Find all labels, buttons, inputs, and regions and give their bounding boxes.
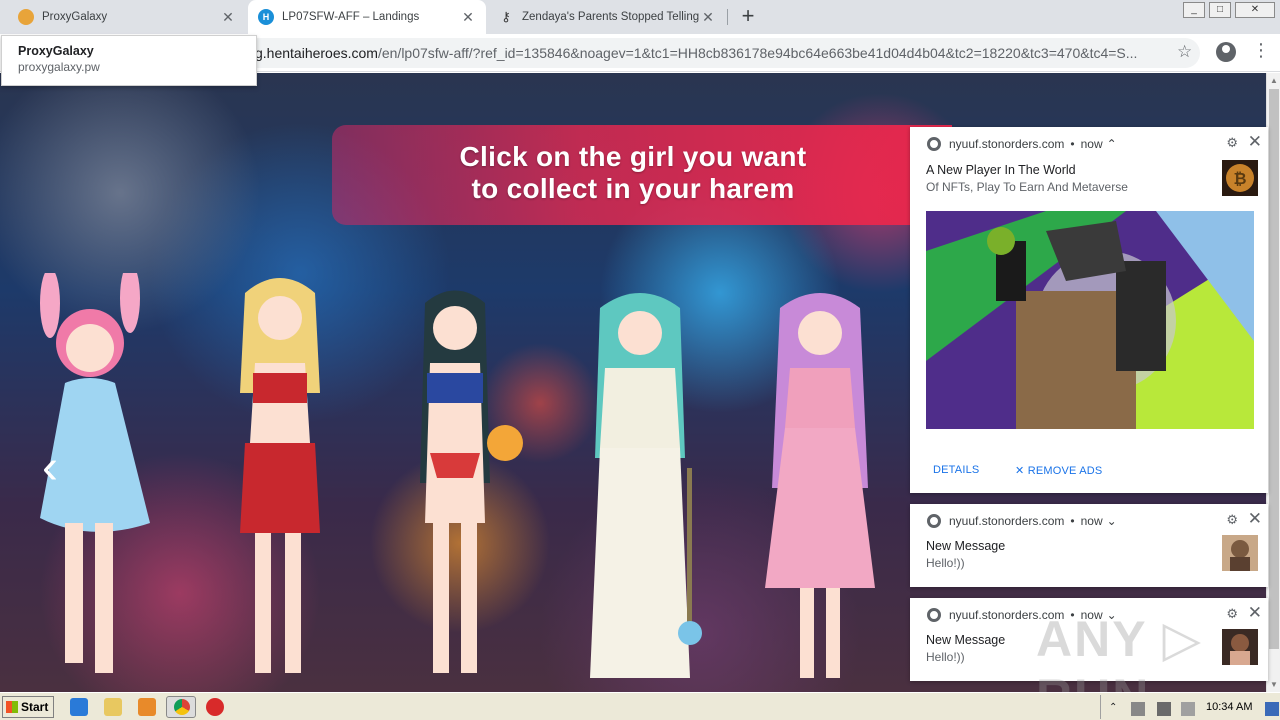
notification-title: New Message: [926, 633, 1006, 647]
collapse-icon[interactable]: ⌃: [1107, 137, 1117, 151]
character-blonde-girl[interactable]: [225, 273, 335, 683]
banner-line-1: Click on the girl you want: [459, 141, 807, 172]
notification-hero-image: [926, 211, 1254, 429]
notification-title: New Message: [926, 539, 1006, 553]
network-icon[interactable]: [1157, 702, 1171, 716]
notification-card[interactable]: nyuuf.stonorders.com • now ⌄ ⚙ ✕ New Mes…: [910, 504, 1268, 587]
notification-time: now: [1080, 137, 1103, 151]
security-icon[interactable]: [206, 698, 224, 716]
notification-title: A New Player In The World: [926, 163, 1076, 177]
sender-avatar: [1222, 535, 1258, 571]
close-icon[interactable]: ✕: [1248, 509, 1262, 529]
character-flag-bikini-girl[interactable]: [385, 283, 535, 683]
url-host: g.hentaiheroes.com: [255, 45, 378, 61]
taskbar: Start ⌃ 10:34 AM: [0, 692, 1280, 720]
notification-site: nyuuf.stonorders.com: [949, 514, 1065, 528]
speaker-icon[interactable]: [1131, 702, 1145, 716]
window-close-button[interactable]: ✕: [1235, 2, 1275, 18]
notification-body: Hello!)): [926, 556, 965, 570]
remove-ads-button[interactable]: ✕ REMOVE ADS: [1015, 464, 1102, 477]
profile-avatar-icon[interactable]: [1216, 42, 1236, 62]
minimize-button[interactable]: _: [1183, 2, 1205, 18]
bookmark-star-icon[interactable]: ☆: [1177, 42, 1192, 62]
tab-title: ProxyGalaxy: [42, 11, 108, 23]
more-menu-icon[interactable]: ⋮: [1252, 40, 1270, 61]
notification-time: now: [1080, 514, 1103, 528]
chevron-up-icon[interactable]: ⌃: [1109, 702, 1123, 716]
banner-line-2: to collect in your harem: [471, 173, 795, 204]
tab-title: LP07SFW-AFF – Landings: [282, 11, 420, 23]
tab-divider: [727, 9, 728, 25]
notification-header: nyuuf.stonorders.com • now ⌄: [927, 514, 1117, 528]
tab-title: Zendaya's Parents Stopped Telling H: [522, 11, 700, 23]
carousel-prev-arrow[interactable]: ‹: [30, 443, 70, 493]
notification-body: Hello!)): [926, 650, 965, 664]
hover-card-title: ProxyGalaxy: [18, 44, 94, 58]
hover-card-subtitle: proxygalaxy.pw: [18, 60, 100, 74]
key-icon: ⚷: [501, 9, 511, 24]
tab-proxygalaxy[interactable]: ProxyGalaxy ✕: [8, 0, 246, 34]
maximize-button[interactable]: □: [1209, 2, 1231, 18]
close-icon[interactable]: ✕: [1248, 132, 1262, 152]
tab-strip: ProxyGalaxy ✕ H LP07SFW-AFF – Landings ✕…: [0, 0, 1280, 34]
new-tab-button[interactable]: +: [736, 5, 760, 29]
notification-card[interactable]: nyuuf.stonorders.com • now ⌃ ⚙ ✕ A New P…: [910, 127, 1268, 493]
notification-site: nyuuf.stonorders.com: [949, 137, 1065, 151]
tab-landings[interactable]: H LP07SFW-AFF – Landings ✕: [248, 0, 486, 34]
banner-headline: Click on the girl you want to collect in…: [418, 141, 848, 205]
character-pink-dress-girl[interactable]: [760, 288, 880, 688]
taskbar-clock: 10:34 AM: [1206, 701, 1253, 713]
bitcoin-icon: ₿: [1222, 160, 1258, 196]
character-teal-hair-girl[interactable]: [575, 288, 705, 688]
close-icon[interactable]: ✕: [700, 9, 716, 26]
flag-icon[interactable]: [1181, 702, 1195, 716]
page-scrollbar[interactable]: ▲ ▼: [1266, 73, 1280, 692]
close-icon[interactable]: ✕: [460, 9, 476, 26]
media-player-icon[interactable]: [138, 698, 156, 716]
details-button[interactable]: DETAILS: [933, 464, 979, 476]
chrome-icon: [927, 608, 941, 622]
gear-icon[interactable]: ⚙: [1226, 135, 1238, 151]
expand-icon[interactable]: ⌄: [1107, 514, 1117, 528]
url-path: /en/lp07sfw-aff/?ref_id=135846&noagev=1&…: [377, 45, 1138, 61]
internet-explorer-icon[interactable]: [70, 698, 88, 716]
chrome-icon: [927, 514, 941, 528]
tab-zendaya[interactable]: ⚷ Zendaya's Parents Stopped Telling H ✕: [488, 0, 726, 34]
tab-hover-card: ProxyGalaxy proxygalaxy.pw: [1, 35, 257, 86]
start-button[interactable]: Start: [2, 696, 54, 718]
chrome-icon: [927, 137, 941, 151]
close-icon[interactable]: ✕: [220, 9, 236, 26]
close-icon: ✕: [1015, 465, 1028, 477]
notification-body: Of NFTs, Play To Earn And Metaverse: [926, 180, 1128, 194]
scrollbar-thumb[interactable]: [1269, 89, 1279, 649]
folder-icon[interactable]: [104, 698, 122, 716]
url-text[interactable]: g.hentaiheroes.com/en/lp07sfw-aff/?ref_i…: [255, 45, 1160, 61]
hentaiheroes-icon: H: [258, 9, 274, 25]
display-icon[interactable]: [1265, 702, 1279, 716]
chrome-icon: [174, 699, 190, 715]
svg-text:₿: ₿: [1233, 169, 1246, 188]
remove-ads-label: REMOVE ADS: [1027, 465, 1103, 477]
scroll-up-icon[interactable]: ▲: [1270, 76, 1278, 85]
proxygalaxy-icon: [18, 9, 34, 25]
gear-icon[interactable]: ⚙: [1226, 512, 1238, 528]
notification-header: nyuuf.stonorders.com • now ⌃: [927, 137, 1117, 151]
chrome-taskbar-button[interactable]: [166, 696, 196, 718]
